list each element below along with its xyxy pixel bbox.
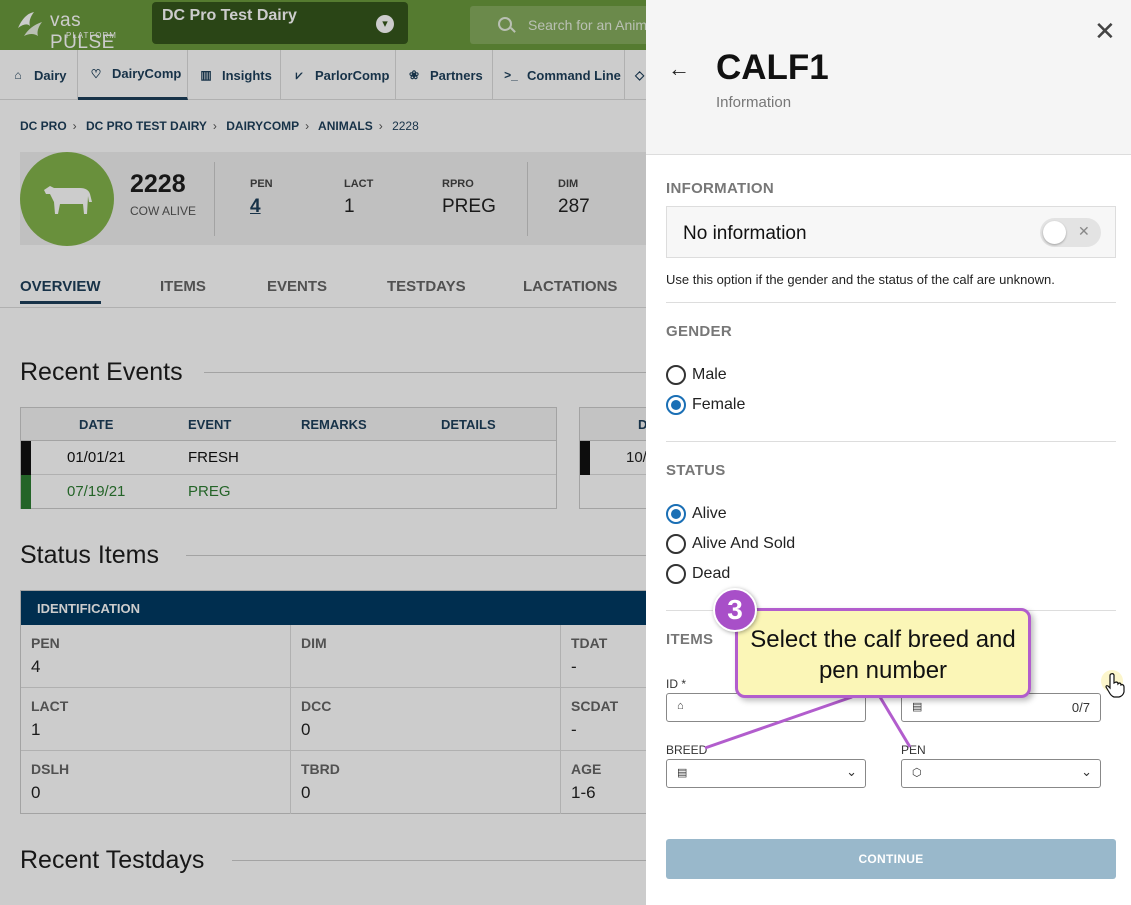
hand-cursor-icon: [1105, 673, 1125, 698]
tutorial-callout: Select the calf breed and pen number: [735, 608, 1031, 698]
callout-text: Select the calf breed and pen number: [750, 626, 1016, 684]
pointer-line-pen: [878, 696, 912, 748]
step-badge: 3: [713, 588, 757, 632]
callout-pointers: [704, 695, 912, 750]
pointer-line-breed: [704, 695, 853, 750]
